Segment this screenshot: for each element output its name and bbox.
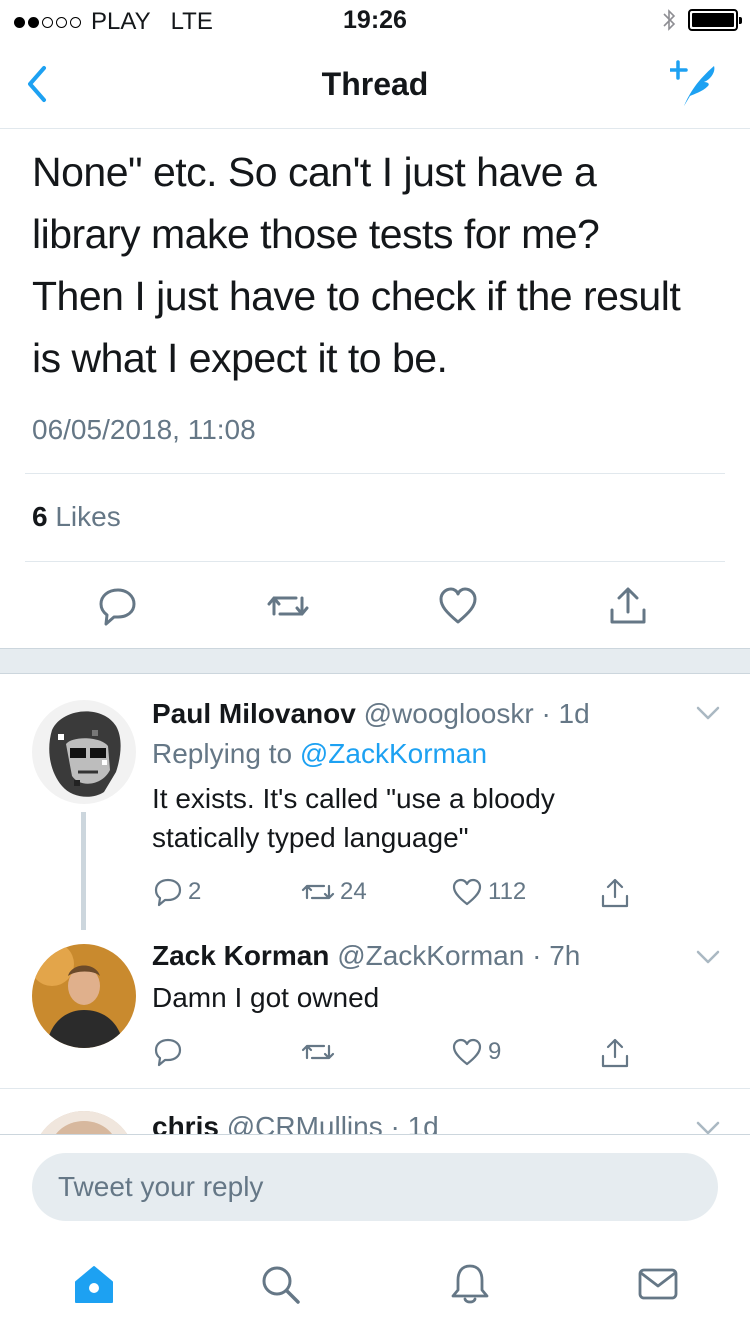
tweet-timestamp: 06/05/2018, 11:08 xyxy=(32,414,256,445)
reply-text-line: It exists. It's called "use a bloody xyxy=(152,783,555,814)
reply-button[interactable] xyxy=(152,1036,184,1068)
reply-icon[interactable] xyxy=(96,584,140,628)
likes-summary[interactable]: 6 Likes xyxy=(32,501,121,533)
notifications-bell-icon[interactable] xyxy=(448,1262,492,1306)
messages-envelope-icon[interactable] xyxy=(636,1262,680,1306)
reply-text-line: statically typed language" xyxy=(152,822,469,853)
retweet-icon[interactable] xyxy=(266,584,310,628)
retweet-icon xyxy=(301,884,335,900)
reply-text: Damn I got owned xyxy=(152,978,692,1017)
user-name[interactable]: Zack Korman xyxy=(152,940,329,971)
chevron-down-icon[interactable] xyxy=(696,950,720,964)
avatar[interactable] xyxy=(32,1111,136,1134)
reply-actions: 2 24 112 xyxy=(152,876,672,916)
tweet-actions xyxy=(0,584,750,628)
reply-header: Zack Korman @ZackKorman · 7h xyxy=(152,940,580,972)
reply-count: 2 xyxy=(188,878,202,905)
reply-time: · 7h xyxy=(532,940,581,971)
tab-bar xyxy=(0,1238,750,1334)
divider xyxy=(25,561,725,562)
thread-connector-line xyxy=(81,812,86,930)
avatar[interactable] xyxy=(32,944,136,1048)
like-button[interactable]: 9 xyxy=(450,1036,501,1068)
share-icon xyxy=(601,1038,629,1068)
reply-time: · 1d xyxy=(390,1111,439,1134)
reply-actions: 9 xyxy=(152,1036,672,1076)
reply-composer: Tweet your reply xyxy=(0,1134,750,1238)
chevron-down-icon[interactable] xyxy=(696,1121,720,1134)
reply-time: · 1d xyxy=(541,698,590,729)
avatar[interactable] xyxy=(32,700,136,804)
reply-tweet[interactable]: chris @CRMullins · 1d xyxy=(0,1089,750,1134)
tweet-line: library make those tests for me? xyxy=(32,211,600,257)
replying-prefix: Replying to xyxy=(152,738,293,769)
compose-tweet-icon[interactable] xyxy=(670,58,722,110)
like-count: 112 xyxy=(488,878,527,905)
share-icon xyxy=(601,878,629,908)
tweet-text: None" etc. So can't I just have a librar… xyxy=(32,141,722,389)
user-name[interactable]: chris xyxy=(152,1111,219,1134)
replying-to-link[interactable]: @ZackKorman xyxy=(300,738,487,769)
like-heart-icon xyxy=(452,878,482,906)
tweet-line: is what I expect it to be. xyxy=(32,335,448,381)
reply-button[interactable]: 2 xyxy=(152,876,201,908)
reply-header: Paul Milovanov @wooglooskr · 1d xyxy=(152,698,590,730)
status-time: 19:26 xyxy=(343,6,407,34)
like-button[interactable]: 112 xyxy=(450,876,526,908)
share-icon[interactable] xyxy=(606,584,650,628)
like-heart-icon[interactable] xyxy=(436,584,480,628)
reply-icon xyxy=(154,878,182,907)
status-bar: PLAY LTE 19:26 xyxy=(0,0,750,40)
divider xyxy=(25,473,725,474)
page-title: Thread xyxy=(321,66,429,102)
share-button[interactable] xyxy=(598,1036,632,1070)
section-separator xyxy=(0,648,750,674)
bluetooth-icon xyxy=(663,9,676,31)
avatar-image xyxy=(32,700,136,804)
like-heart-icon xyxy=(452,1038,482,1066)
tweet-line: Then I just have to check if the result xyxy=(32,273,681,319)
likes-label: Likes xyxy=(55,501,121,532)
likes-count: 6 xyxy=(32,501,48,532)
user-name[interactable]: Paul Milovanov xyxy=(152,698,356,729)
reply-input[interactable]: Tweet your reply xyxy=(32,1153,718,1221)
reply-text-line: Damn I got owned xyxy=(152,982,380,1013)
reply-icon xyxy=(154,1038,182,1067)
battery-icon xyxy=(688,9,742,31)
share-button[interactable] xyxy=(598,876,632,910)
user-handle[interactable]: @ZackKorman xyxy=(337,940,524,971)
avatar-image xyxy=(32,1111,136,1134)
retweet-count: 24 xyxy=(340,878,367,905)
user-handle[interactable]: @wooglooskr xyxy=(364,698,534,729)
like-count: 9 xyxy=(488,1038,502,1065)
navigation-bar: Thread xyxy=(0,40,750,129)
retweet-button[interactable] xyxy=(300,1036,336,1068)
search-icon[interactable] xyxy=(258,1262,302,1306)
user-handle[interactable]: @CRMullins xyxy=(227,1111,383,1134)
avatar-image xyxy=(32,944,136,1048)
retweet-button[interactable]: 24 xyxy=(300,876,367,908)
reply-text: It exists. It's called "use a bloody sta… xyxy=(152,779,692,857)
reply-header: chris @CRMullins · 1d xyxy=(152,1111,439,1134)
chevron-down-icon[interactable] xyxy=(696,706,720,720)
tweet-line: None" etc. So can't I just have a xyxy=(32,149,597,195)
retweet-icon xyxy=(301,1044,335,1060)
home-icon[interactable] xyxy=(72,1262,116,1306)
replying-to: Replying to @ZackKorman xyxy=(152,738,487,770)
